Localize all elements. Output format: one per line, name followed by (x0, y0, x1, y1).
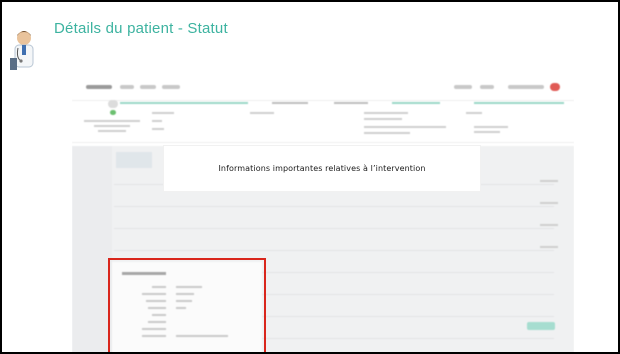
doctor-icon (10, 31, 34, 70)
patient-summary (72, 100, 574, 143)
app-topbar (72, 74, 574, 101)
slide-frame: Détails du patient - Statut Informations… (0, 0, 620, 354)
info-caption: Informations importantes relatives à l’i… (164, 146, 480, 191)
highlight-box (108, 258, 266, 352)
save-button-placeholder (527, 322, 555, 330)
slide-title: Détails du patient - Statut (54, 20, 228, 37)
info-caption-text: Informations importantes relatives à l’i… (218, 164, 426, 173)
